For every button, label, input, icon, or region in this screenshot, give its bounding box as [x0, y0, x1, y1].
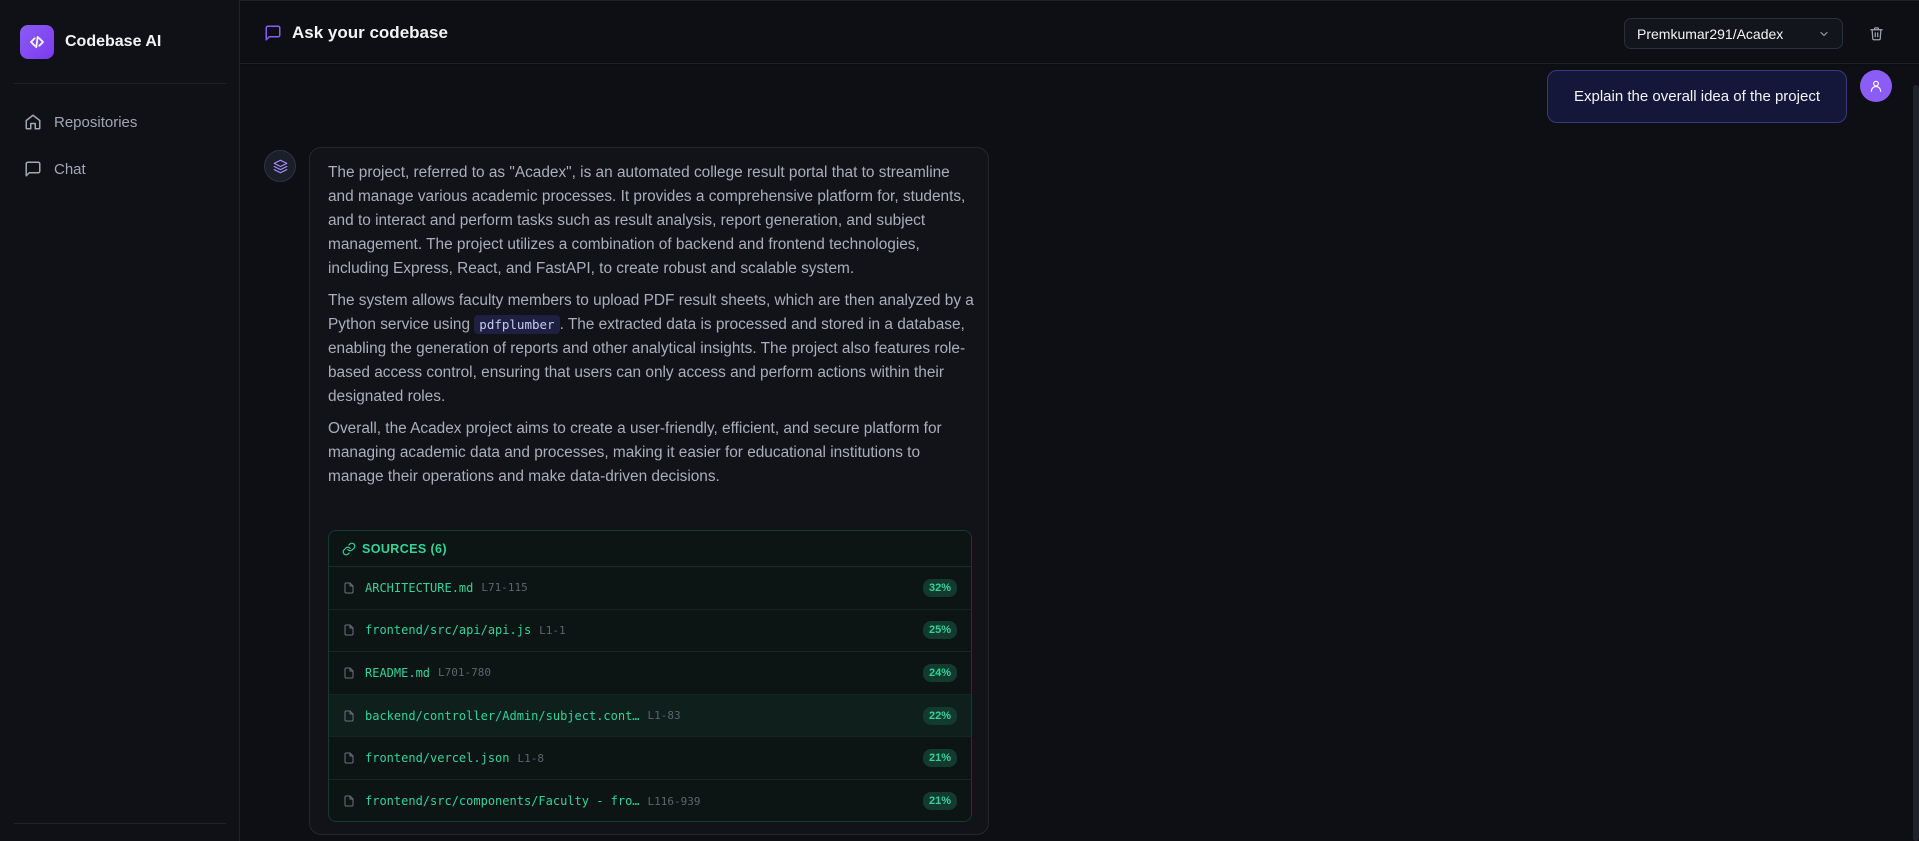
sources-panel: SOURCES (6) ARCHITECTURE.md L71-115 32% …	[328, 530, 972, 822]
source-line-range: L1-8	[517, 751, 545, 765]
inline-code: pdfplumber	[474, 315, 560, 334]
source-row[interactable]: README.md L701-780 24%	[329, 652, 971, 695]
user-avatar	[1860, 70, 1892, 102]
page-title: Ask your codebase	[264, 23, 448, 43]
link-icon	[342, 542, 356, 555]
source-row[interactable]: ARCHITECTURE.md L71-115 32%	[329, 567, 971, 610]
bot-paragraph: The system allows faculty members to upl…	[328, 289, 974, 409]
chevron-down-icon	[1820, 31, 1828, 36]
sidebar-item-chat[interactable]: Chat	[14, 150, 226, 188]
file-icon	[344, 624, 354, 636]
source-file-name: frontend/src/components/Faculty - fro…	[365, 794, 640, 809]
header: Ask your codebase Premkumar291/Acadex	[240, 0, 1919, 64]
brand[interactable]: Codebase AI	[20, 25, 161, 59]
file-icon	[344, 582, 354, 594]
bot-paragraph: The project, referred to as "Acadex", is…	[328, 164, 966, 277]
message-square-icon	[265, 25, 281, 41]
scrollbar[interactable]	[1913, 85, 1919, 841]
source-score-badge: 25%	[922, 621, 957, 640]
repo-select-value: Premkumar291/Acadex	[1637, 25, 1784, 42]
source-row[interactable]: backend/controller/Admin/subject.cont… L…	[329, 694, 971, 738]
code-icon	[20, 25, 54, 59]
brand-name: Codebase AI	[65, 33, 162, 50]
sources-title: SOURCES (6)	[362, 541, 447, 556]
user-message: Explain the overall idea of the project	[1547, 70, 1847, 123]
sources-header: SOURCES (6)	[329, 531, 971, 567]
source-line-range: L71-115	[481, 581, 528, 595]
source-row[interactable]: frontend/src/api/api.js L1-1 25%	[329, 610, 971, 653]
source-file-name: README.md	[365, 665, 431, 680]
home-icon	[25, 114, 41, 130]
source-score-badge: 21%	[922, 792, 957, 811]
bot-paragraph: Overall, the Acadex project aims to crea…	[328, 420, 942, 485]
message-square-icon	[25, 161, 41, 177]
source-row[interactable]: frontend/src/components/Faculty - fro… L…	[329, 780, 971, 821]
source-file-name: frontend/vercel.json	[365, 751, 510, 766]
sidebar: Codebase AI Repositories Chat	[0, 0, 240, 841]
source-line-range: L1-1	[539, 623, 566, 637]
source-file-name: ARCHITECTURE.md	[365, 580, 474, 595]
user-message-text: Explain the overall idea of the project	[1574, 88, 1820, 105]
source-score-badge: 22%	[922, 706, 957, 725]
bot-message: The project, referred to as "Acadex", is…	[309, 147, 989, 835]
source-file-name: frontend/src/api/api.js	[365, 623, 532, 638]
sidebar-item-label: Repositories	[54, 113, 138, 131]
file-icon	[344, 795, 354, 807]
bot-message-text: The project, referred to as "Acadex", is…	[328, 161, 974, 497]
file-icon	[344, 752, 354, 764]
layers-icon	[273, 159, 287, 173]
source-score-badge: 21%	[922, 749, 957, 768]
source-file-name: backend/controller/Admin/subject.cont…	[365, 708, 640, 723]
source-score-badge: 24%	[922, 663, 957, 682]
file-icon	[344, 667, 354, 679]
source-row[interactable]: frontend/vercel.json L1-8 21%	[329, 737, 971, 780]
sidebar-bottom-divider	[14, 823, 226, 824]
source-line-range: L1-83	[647, 709, 681, 723]
chat-area: Explain the overall idea of the project …	[240, 65, 1919, 841]
file-icon	[344, 710, 354, 722]
sidebar-item-label: Chat	[54, 160, 86, 178]
sidebar-divider	[14, 83, 226, 84]
source-score-badge: 32%	[922, 578, 957, 597]
sidebar-item-repositories[interactable]: Repositories	[14, 103, 226, 141]
app-root: Codebase AI Repositories Chat Ask your c…	[0, 0, 1919, 841]
source-line-range: L116-939	[647, 794, 701, 808]
repo-select[interactable]: Premkumar291/Acadex	[1624, 18, 1843, 49]
delete-chat-button[interactable]	[1864, 21, 1888, 45]
source-line-range: L701-780	[438, 666, 492, 680]
user-icon	[1870, 80, 1882, 92]
bot-avatar	[264, 150, 296, 182]
page-title-text: Ask your codebase	[292, 23, 448, 42]
trash-icon	[1869, 26, 1883, 40]
